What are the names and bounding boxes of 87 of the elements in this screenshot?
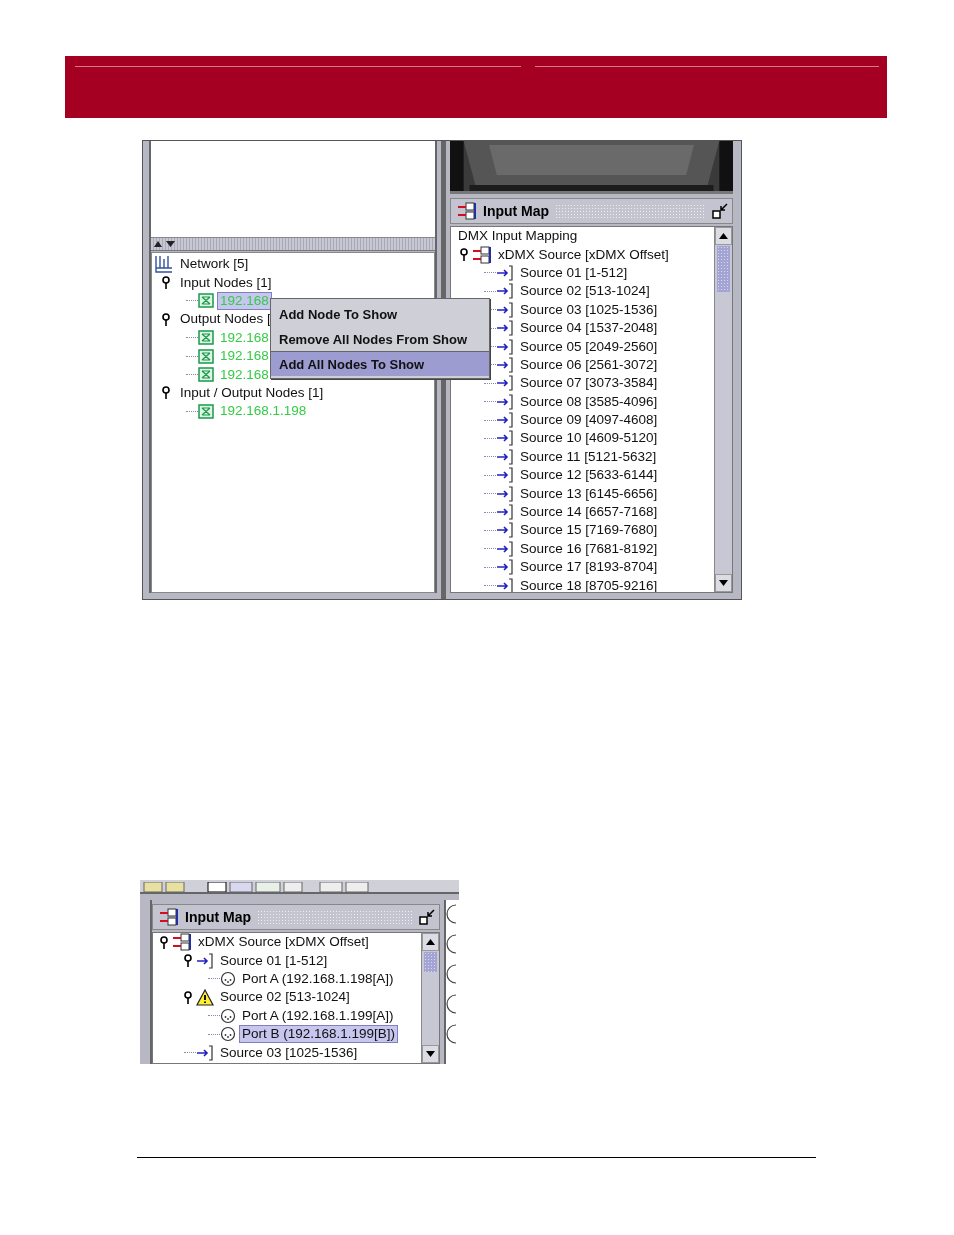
warning-icon: [196, 988, 214, 1006]
tree-item[interactable]: Source 15 [7169-7680]: [518, 522, 660, 539]
tree-item[interactable]: Source 14 [6657-7168]: [518, 504, 660, 521]
expand-handle-icon: [162, 312, 170, 326]
tree-item[interactable]: Source 02 [513-1024]: [518, 283, 652, 300]
tree-item[interactable]: Network [5]: [178, 256, 251, 273]
menu-item[interactable]: Remove All Nodes From Show: [271, 326, 489, 351]
tree-item[interactable]: Source 18 [8705-9216]: [518, 577, 660, 592]
arrow-icon: [496, 467, 514, 484]
tree-item[interactable]: Source 04 [1537-2048]: [518, 320, 660, 337]
tree-item[interactable]: Source 12 [5633-6144]: [518, 467, 660, 484]
arrow-icon: [496, 559, 514, 576]
arrow-icon: [496, 540, 514, 557]
node-icon: [198, 367, 214, 383]
arrow-icon: [496, 375, 514, 392]
tree-item[interactable]: Output Nodes [: [178, 311, 273, 328]
tree-item[interactable]: Source 05 [2049-2560]: [518, 338, 660, 355]
arrow-icon: [496, 504, 514, 521]
tree-item[interactable]: Source 17 [8193-8704]: [518, 559, 660, 576]
arrow-icon: [496, 356, 514, 373]
scroll-down-icon: [719, 580, 728, 586]
tree-item[interactable]: Source 09 [4097-4608]: [518, 412, 660, 429]
node-icon: [198, 330, 214, 346]
expand-handle-icon: [184, 990, 192, 1004]
arrow-icon: [496, 430, 514, 447]
tree-item[interactable]: Port B (192.168.1.199[B]): [240, 1026, 398, 1043]
arrow-icon: [496, 485, 514, 502]
input-map-icon: [457, 202, 477, 220]
tree-item[interactable]: Port A (192.168.1.199[A]): [240, 1007, 396, 1024]
menu-item[interactable]: Add Node To Show: [271, 301, 489, 326]
expand-handle-icon: [162, 386, 170, 400]
node-icon: [198, 293, 214, 309]
tree-item[interactable]: Source 01 [1-512]: [518, 264, 630, 281]
scroll-up-icon: [719, 233, 728, 239]
expand-handle-icon: [162, 276, 170, 290]
arrow-icon: [196, 952, 214, 969]
arrow-icon: [496, 577, 514, 592]
expand-handle-icon: [460, 248, 468, 262]
tree-item[interactable]: xDMX Source [xDMX Offset]: [496, 246, 671, 263]
panel-title: Input Map: [185, 909, 252, 925]
minimize-icon[interactable]: [712, 203, 728, 219]
expand-handle-icon: [184, 954, 192, 968]
scroll-down-icon: [426, 1051, 435, 1057]
menu-item[interactable]: Add All Nodes To Show: [271, 351, 489, 376]
scrollbar-thumb[interactable]: [424, 952, 437, 972]
network-icon: [154, 255, 174, 274]
arrow-icon: [496, 448, 514, 465]
scrollbar[interactable]: [421, 933, 439, 1063]
arrow-icon: [496, 320, 514, 337]
node-icon: [198, 403, 214, 419]
arrow-icon: [496, 338, 514, 355]
arrow-icon: [496, 412, 514, 429]
tree-item[interactable]: Port A (192.168.1.198[A]): [240, 970, 396, 987]
scrollbar[interactable]: [714, 227, 732, 592]
tree-item[interactable]: Source 07 [3073-3584]: [518, 375, 660, 392]
tree-item[interactable]: Input Nodes [1]: [178, 274, 274, 291]
port-icon: [220, 1026, 236, 1043]
tree-item[interactable]: Source 08 [3585-4096]: [518, 393, 660, 410]
tree-item[interactable]: Source 03 [1025-1536]: [518, 301, 660, 318]
node-icon: [198, 348, 214, 364]
arrow-icon: [496, 283, 514, 300]
arrow-icon: [196, 1044, 214, 1061]
tree-item[interactable]: Source 16 [7681-8192]: [518, 540, 660, 557]
tree-item[interactable]: xDMX Source [xDMX Offset]: [196, 934, 371, 951]
arrow-icon: [496, 522, 514, 539]
expand-handle-icon: [160, 935, 168, 949]
tree-item[interactable]: Source 02 [513-1024]: [218, 989, 352, 1006]
arrow-icon: [496, 264, 514, 281]
tree-item[interactable]: Source 11 [5121-5632]: [518, 448, 659, 465]
tree-item[interactable]: DMX Input Mapping: [456, 228, 580, 245]
tree-item[interactable]: Input / Output Nodes [1]: [178, 384, 326, 401]
panel-title: Input Map: [483, 203, 550, 219]
arrow-icon: [496, 393, 514, 410]
tree-item[interactable]: Source 10 [4609-5120]: [518, 430, 660, 447]
input-map-icon: [472, 245, 492, 264]
tree-item[interactable]: Source 01 [1-512]: [218, 952, 330, 969]
input-map-icon: [159, 908, 179, 926]
port-icon: [220, 970, 236, 987]
arrow-icon: [496, 301, 514, 318]
port-icon: [220, 1007, 236, 1024]
tree-item[interactable]: Source 03 [1025-1536]: [218, 1044, 360, 1061]
minimize-icon[interactable]: [419, 909, 435, 925]
tree-item[interactable]: Source 06 [2561-3072]: [518, 356, 660, 373]
split-arrows-icon[interactable]: [154, 241, 176, 247]
scroll-up-icon: [426, 939, 435, 945]
tree-item[interactable]: Source 13 [6145-6656]: [518, 485, 660, 502]
scrollbar-thumb[interactable]: [717, 246, 730, 292]
